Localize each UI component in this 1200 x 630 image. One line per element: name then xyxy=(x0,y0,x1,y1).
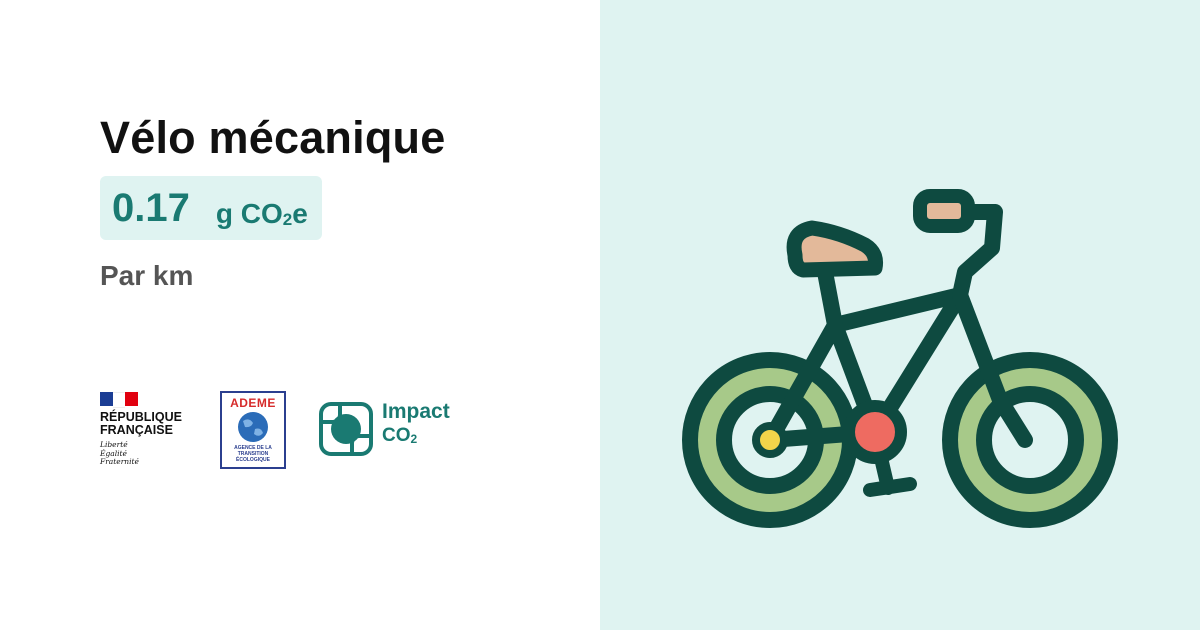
emission-value: 0.17 xyxy=(112,185,190,230)
republique-francaise-logo: RÉPUBLIQUE FRANÇAISE Liberté Égalité Fra… xyxy=(100,392,210,474)
unit-main: g CO xyxy=(215,198,283,229)
impact-line2: CO2 xyxy=(382,424,450,451)
impact-co2-icon xyxy=(319,402,373,456)
republique-line2: FRANÇAISE xyxy=(100,423,173,437)
ademe-sub3: ÉCOLOGIQUE xyxy=(236,457,270,463)
ademe-name: ADEME xyxy=(230,396,276,410)
impact-co2-text: Impact CO2 xyxy=(382,400,450,451)
left-panel: Vélo mécanique 0.17 g CO2e Par km RÉPUBL… xyxy=(0,0,600,630)
page-title: Vélo mécanique xyxy=(100,112,446,163)
ademe-subtitle: AGENCE DE LA TRANSITION ÉCOLOGIQUE xyxy=(222,445,284,463)
unit-sub: 2 xyxy=(282,210,293,229)
ademe-logo: ADEME AGENCE DE LA TRANSITION ÉCOLOGIQUE xyxy=(220,391,286,469)
impact-co2-logo: Impact CO2 xyxy=(318,400,468,462)
french-flag-icon xyxy=(100,392,139,408)
bicycle-icon xyxy=(682,189,1118,528)
emission-unit: g CO2e xyxy=(216,198,308,230)
impact-line1: Impact xyxy=(382,400,450,423)
republique-name: RÉPUBLIQUE FRANÇAISE xyxy=(100,411,210,437)
unit-suffix: e xyxy=(292,198,308,229)
motto-fraternite: Fraternité xyxy=(100,457,139,466)
emission-value-badge: 0.17 g CO2e xyxy=(100,176,322,240)
impact-co-sub: 2 xyxy=(410,432,418,446)
per-unit-label: Par km xyxy=(100,260,194,291)
republique-motto: Liberté Égalité Fraternité xyxy=(100,440,210,467)
globe-icon xyxy=(238,412,268,442)
impact-co: CO xyxy=(382,425,411,446)
